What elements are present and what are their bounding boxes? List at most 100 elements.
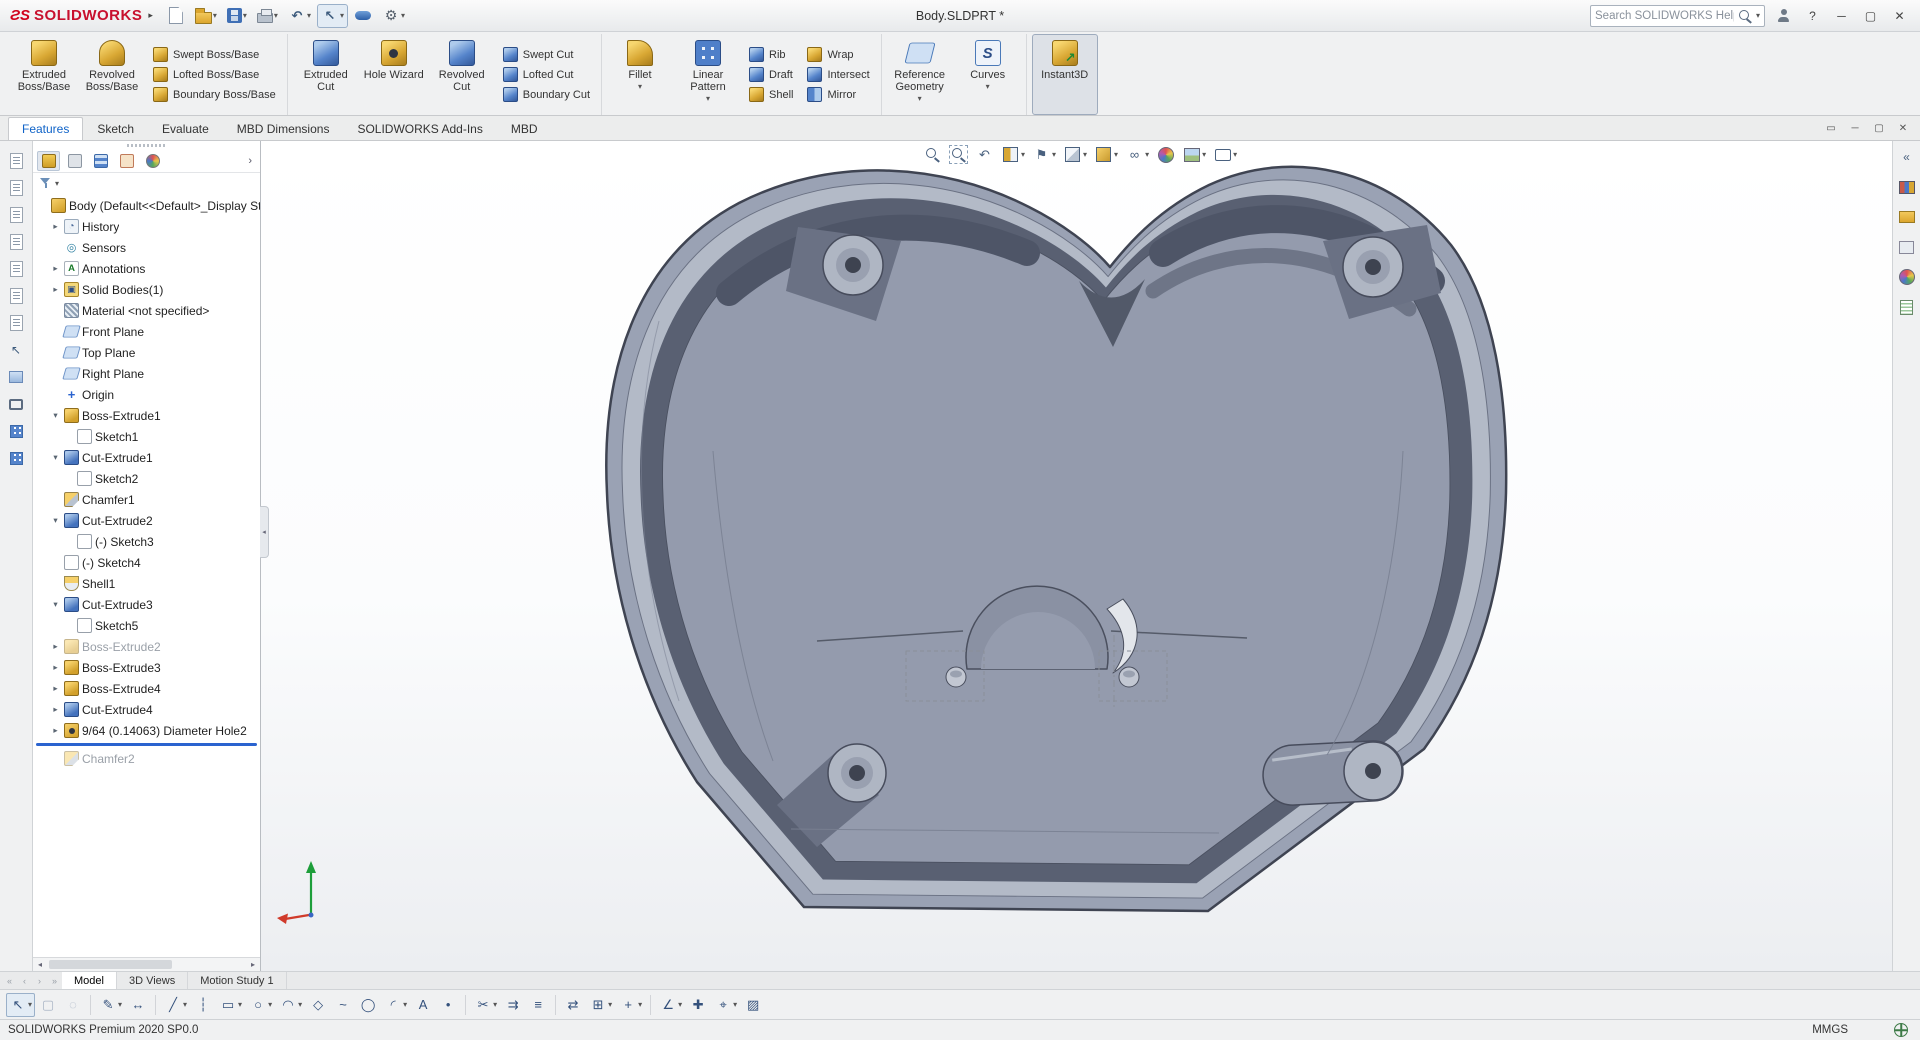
- tree-item-body-default-default-display-sta[interactable]: Body (Default<<Default>_Display Sta: [33, 195, 260, 216]
- tree-item-sensors[interactable]: ◎Sensors: [33, 237, 260, 258]
- tree-item-shell1[interactable]: Shell1: [33, 573, 260, 594]
- tree-expand-arrow[interactable]: ▸: [50, 641, 61, 652]
- propertymanager-tab-button[interactable]: [63, 151, 86, 171]
- help-button[interactable]: ?: [1798, 3, 1827, 29]
- revolved-cut-button[interactable]: Revolved Cut: [429, 34, 495, 115]
- move-entities-button[interactable]: +▾: [616, 993, 645, 1017]
- revolved-boss-base-button[interactable]: Revolved Boss/Base: [79, 34, 145, 115]
- document-sheet-button[interactable]: [5, 232, 27, 252]
- scroll-next-button[interactable]: ›: [32, 972, 47, 989]
- rapid-sketch-button[interactable]: ▨: [741, 993, 765, 1017]
- instant3d-button[interactable]: Instant3D: [1032, 34, 1098, 115]
- tab-evaluate[interactable]: Evaluate: [148, 117, 223, 140]
- repair-sketch-button[interactable]: ✚: [686, 993, 710, 1017]
- extruded-cut-button[interactable]: Extruded Cut: [293, 34, 359, 115]
- tree-item-solid-bodies-1[interactable]: ▸▣Solid Bodies(1): [33, 279, 260, 300]
- open-button[interactable]: ▾: [191, 4, 221, 28]
- tab-solidworks-add-ins[interactable]: SOLIDWORKS Add-Ins: [343, 117, 496, 140]
- window-minimize-button[interactable]: ─: [1844, 119, 1866, 137]
- tree-expand-arrow[interactable]: ▸: [50, 704, 61, 715]
- boss-bottom-right[interactable]: [1262, 739, 1405, 806]
- view-orientation-button[interactable]: ▾: [1061, 144, 1089, 165]
- document-sheet-button[interactable]: [5, 286, 27, 306]
- extruded-boss-base-button[interactable]: Extruded Boss/Base: [11, 34, 77, 115]
- smart-dimension-button[interactable]: ↔: [126, 993, 150, 1017]
- undo-button[interactable]: ↶▾: [284, 4, 315, 28]
- filter-funnel-icon[interactable]: [40, 177, 52, 189]
- tree-item-chamfer1[interactable]: Chamfer1: [33, 489, 260, 510]
- units-selector[interactable]: MMGS: [1812, 1024, 1848, 1036]
- document-sheet-button[interactable]: [5, 205, 27, 225]
- displaymanager-tab-button[interactable]: [141, 151, 164, 171]
- featuremanager-tab-button[interactable]: [37, 151, 60, 171]
- lofted-boss-base-button[interactable]: Lofted Boss/Base: [149, 66, 280, 83]
- edit-appearance-button[interactable]: [1154, 144, 1177, 165]
- lofted-cut-button[interactable]: Lofted Cut: [499, 66, 594, 83]
- rollback-bar[interactable]: [36, 743, 257, 746]
- tree-item-boss-extrude1[interactable]: ▾Boss-Extrude1: [33, 405, 260, 426]
- curves-button[interactable]: Curves▾: [955, 34, 1021, 115]
- search-dropdown-icon[interactable]: ▾: [1756, 11, 1760, 20]
- view-settings-button[interactable]: ▾: [1211, 144, 1239, 165]
- boundary-cut-button[interactable]: Boundary Cut: [499, 86, 594, 103]
- tree-item-history[interactable]: ▸◔History: [33, 216, 260, 237]
- layers-pane-button[interactable]: [5, 367, 27, 387]
- tree-expand-arrow[interactable]: ▾: [50, 410, 61, 421]
- reference-geometry-button[interactable]: Reference Geometry▾: [887, 34, 953, 115]
- close-button[interactable]: ✕: [1885, 3, 1914, 29]
- user-button[interactable]: [1769, 3, 1798, 29]
- select-button[interactable]: ↖▾: [6, 993, 35, 1017]
- globe-icon[interactable]: [1894, 1023, 1908, 1037]
- tree-item-boss-extrude3[interactable]: ▸Boss-Extrude3: [33, 657, 260, 678]
- sketch-button[interactable]: ✎▾: [96, 993, 125, 1017]
- tree-expand-arrow[interactable]: ▾: [50, 452, 61, 463]
- display-style-button[interactable]: ▾: [1092, 144, 1120, 165]
- trim-entities-button[interactable]: ✂▾: [471, 993, 500, 1017]
- scrollbar-track[interactable]: [47, 958, 246, 971]
- mirror-entities-button[interactable]: ⇄: [561, 993, 585, 1017]
- tree-expand-arrow[interactable]: ▾: [50, 515, 61, 526]
- tab-mbd[interactable]: MBD: [497, 117, 552, 140]
- tree-item-cut-extrude2[interactable]: ▾Cut-Extrude2: [33, 510, 260, 531]
- scrollbar-thumb[interactable]: [49, 960, 172, 969]
- section-view-button[interactable]: ▾: [999, 144, 1027, 165]
- part-canvas[interactable]: [261, 141, 1892, 971]
- tree-item-right-plane[interactable]: Right Plane: [33, 363, 260, 384]
- tab-mbd-dimensions[interactable]: MBD Dimensions: [223, 117, 344, 140]
- tree-item-front-plane[interactable]: Front Plane: [33, 321, 260, 342]
- viewport[interactable]: ↶▾⚑▾▾▾∞▾▾▾: [261, 141, 1892, 971]
- panel-splitter[interactable]: [33, 141, 260, 149]
- text-button[interactable]: A: [411, 993, 435, 1017]
- scroll-last-button[interactable]: »: [47, 972, 62, 989]
- tree-item-origin[interactable]: +Origin: [33, 384, 260, 405]
- tree-item-sketch3[interactable]: (-) Sketch3: [33, 531, 260, 552]
- tree-item-sketch5[interactable]: Sketch5: [33, 615, 260, 636]
- line-button[interactable]: ╱▾: [161, 993, 190, 1017]
- heart-part[interactable]: [606, 167, 1506, 911]
- point-button[interactable]: •: [436, 993, 460, 1017]
- ellipse-button[interactable]: ◯: [356, 993, 380, 1017]
- tab-sketch[interactable]: Sketch: [83, 117, 148, 140]
- hide-show-items-button[interactable]: ∞▾: [1123, 144, 1151, 165]
- draft-button[interactable]: Draft: [745, 66, 797, 83]
- view-tab-3d-views[interactable]: 3D Views: [117, 972, 188, 989]
- options-gear-button[interactable]: ⚙▾: [378, 4, 409, 28]
- display-delete-relations-button[interactable]: ∠▾: [656, 993, 685, 1017]
- tree-item-cut-extrude1[interactable]: ▾Cut-Extrude1: [33, 447, 260, 468]
- task-pane-collapse-button[interactable]: «: [1896, 147, 1918, 167]
- wrap-button[interactable]: Wrap: [803, 46, 873, 63]
- scroll-left-button[interactable]: ◂: [33, 958, 47, 971]
- mirror-button[interactable]: Mirror: [803, 86, 873, 103]
- window-restore-button[interactable]: ▢: [1868, 119, 1890, 137]
- document-sheet-button[interactable]: [5, 313, 27, 333]
- design-library-button[interactable]: [1896, 177, 1918, 197]
- scroll-right-button[interactable]: ▸: [246, 958, 260, 971]
- tree-item-sketch2[interactable]: Sketch2: [33, 468, 260, 489]
- capsule-button[interactable]: [350, 4, 376, 28]
- centerline-button[interactable]: ┆: [191, 993, 215, 1017]
- tree-item-boss-extrude4[interactable]: ▸Boss-Extrude4: [33, 678, 260, 699]
- offset-entities-button[interactable]: ≡: [526, 993, 550, 1017]
- tree-item-boss-extrude2[interactable]: ▸Boss-Extrude2: [33, 636, 260, 657]
- hole-wizard-button[interactable]: Hole Wizard: [361, 34, 427, 115]
- tree-item-9-64-0-14063-diameter-hole2[interactable]: ▸9/64 (0.14063) Diameter Hole2: [33, 720, 260, 741]
